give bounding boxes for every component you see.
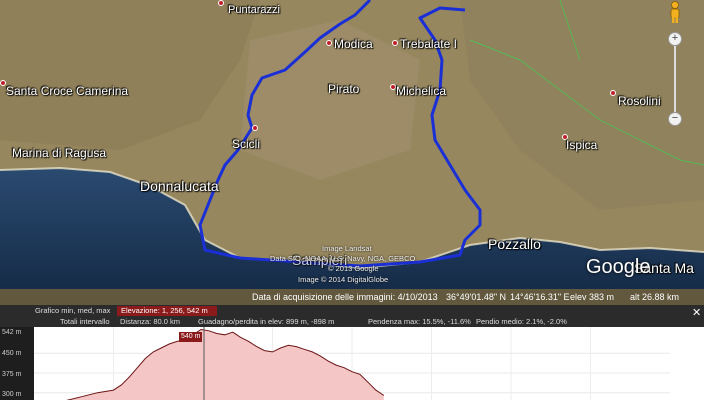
google-copyright: © 2013 Google bbox=[328, 264, 379, 273]
place-marker[interactable] bbox=[218, 0, 224, 6]
distance-stat: Distanza: 80.0 km bbox=[120, 317, 181, 326]
zoom-in-button[interactable]: + bbox=[668, 32, 682, 46]
imagery-credit: Image Landsat bbox=[322, 244, 372, 253]
totals-label: Totali intervallo bbox=[60, 317, 110, 326]
place-marker[interactable] bbox=[610, 90, 616, 96]
place-marker[interactable] bbox=[326, 40, 332, 46]
y-tick-label: 300 m bbox=[2, 391, 22, 398]
graph-label: Grafico min, med, max bbox=[35, 306, 111, 315]
data-credit: Data SIO, NOAA, U.S. Navy, NGA, GEBCO bbox=[270, 254, 416, 263]
imagery-date: Data di acquisizione delle immagini: 4/1… bbox=[252, 292, 438, 302]
place-label-michelica: Michelica bbox=[396, 84, 447, 98]
place-label-donnalucata: Donnalucata bbox=[140, 178, 219, 194]
avg-grade-stat: Pendio medio: 2.1%, -2.0% bbox=[476, 317, 567, 326]
digitalglobe-credit: Image © 2014 DigitalGlobe bbox=[298, 275, 389, 284]
place-label-ispica: Ispica bbox=[566, 138, 598, 152]
elevation-area bbox=[34, 329, 384, 400]
pegman-icon[interactable] bbox=[666, 0, 684, 24]
zoom-track[interactable] bbox=[674, 46, 676, 112]
place-label-pozzallo: Pozzallo bbox=[488, 236, 541, 252]
place-label-scicli: Scicli bbox=[232, 137, 261, 151]
place-label-rosolini: Rosolini bbox=[618, 94, 661, 108]
elevation-readout: elev 383 m bbox=[570, 292, 615, 302]
place-label-santa-croce: Santa Croce Camerina bbox=[6, 84, 129, 98]
map-view[interactable]: Puntarazzi Modica Trebalate I Santa Croc… bbox=[0, 0, 704, 305]
place-label-marina-di-ragusa: Marina di Ragusa bbox=[12, 146, 107, 160]
gain-loss-stat: Guadagno/perdita in elev: 899 m, -898 m bbox=[198, 317, 335, 326]
y-tick-label: 375 m bbox=[2, 371, 22, 378]
elevation-profile-panel: Grafico min, med, max Elevazione: 1, 256… bbox=[0, 305, 704, 400]
latitude-readout: 36°49'01.48" N bbox=[446, 292, 507, 302]
place-label-pirato: Pirato bbox=[328, 82, 360, 96]
y-axis: 542 m 450 m 375 m 300 m bbox=[0, 327, 34, 400]
altitude-readout: alt 26.88 km bbox=[630, 292, 680, 302]
place-label-trebalate: Trebalate I bbox=[400, 37, 457, 51]
place-label-modica: Modica bbox=[334, 37, 373, 51]
elevation-header: Grafico min, med, max Elevazione: 1, 256… bbox=[0, 305, 704, 327]
elevation-stat: Elevazione: 1, 256, 542 m bbox=[121, 306, 208, 315]
zoom-slider[interactable]: + − bbox=[668, 32, 682, 126]
y-tick-label: 542 m bbox=[2, 329, 22, 336]
status-bar: Data di acquisizione delle immagini: 4/1… bbox=[0, 289, 704, 305]
longitude-readout: 14°46'16.31" E bbox=[510, 292, 570, 302]
place-label-puntarazzi: Puntarazzi bbox=[228, 4, 280, 16]
google-logo: Google bbox=[586, 256, 651, 278]
zoom-out-button[interactable]: − bbox=[668, 112, 682, 126]
position-marker-label: 540 m bbox=[179, 332, 203, 342]
y-tick-label: 450 m bbox=[2, 350, 22, 357]
elevation-chart[interactable]: 542 m 450 m 375 m 300 m 540 m bbox=[0, 327, 704, 400]
max-grade-stat: Pendenza max: 15.5%, -11.6% bbox=[368, 317, 471, 326]
close-profile-button[interactable]: ✕ bbox=[692, 306, 701, 319]
elevation-plot[interactable] bbox=[34, 327, 670, 400]
place-marker[interactable] bbox=[392, 40, 398, 46]
place-marker[interactable] bbox=[252, 125, 258, 131]
